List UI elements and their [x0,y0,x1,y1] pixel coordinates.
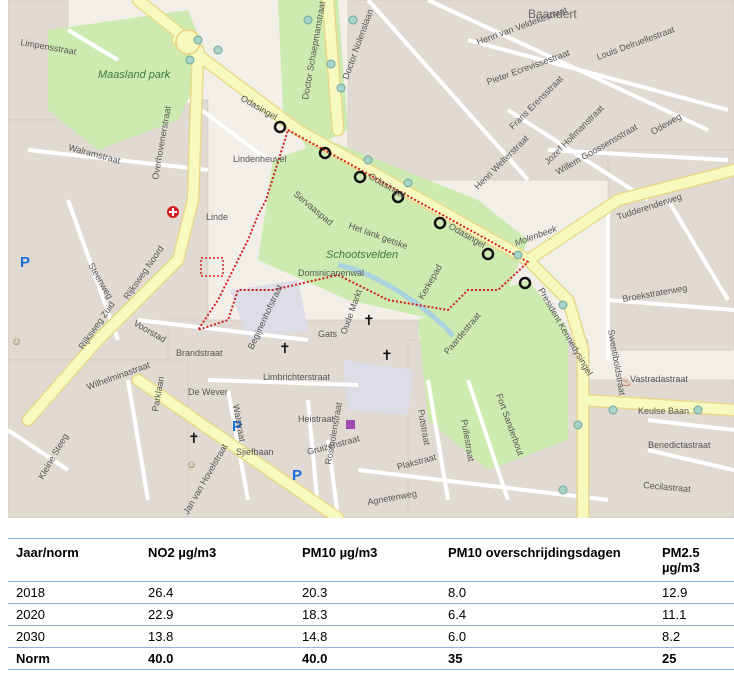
parking-icon[interactable]: P [20,254,30,271]
label-street: Limbrichterstraat [263,372,331,382]
table-cell: 8.2 [654,625,734,648]
table-header-cell: PM2.5 µg/m3 [654,538,734,582]
church-icon[interactable]: ✝ [381,347,393,363]
table-cell: 14.8 [294,625,440,648]
label-street: Brandstraat [176,348,223,358]
label-street: Lindenheuvel [233,154,287,164]
table-header-cell: Jaar/norm [8,538,140,582]
parking-icon[interactable]: P [292,467,302,484]
hospital-icon[interactable] [167,206,179,218]
table-header-cell: PM10 µg/m3 [294,538,440,582]
label-street: Sjiefbaan [236,447,274,457]
table-cell: 40.0 [140,647,294,670]
table-cell: 18.3 [294,603,440,626]
table-row-norm: Norm 40.0 40.0 35 25 [8,647,734,670]
map[interactable]: P P P ✝ ✝ ✝ ✝ ♨ ☺ ☺ Maasland park Baande… [8,0,734,518]
church-icon[interactable]: ✝ [363,312,375,328]
table-cell: 40.0 [294,647,440,670]
church-icon[interactable]: ✝ [188,430,200,446]
label-street: Linde [206,212,228,222]
table-cell: 6.0 [440,625,654,648]
table-row: 2020 22.9 18.3 6.4 11.1 [8,603,734,626]
table-header-cell: NO2 µg/m3 [140,538,294,582]
church-icon[interactable]: ✝ [279,340,291,356]
label-park: Maasland park [98,69,171,81]
table-cell: Norm [8,647,140,670]
label-street: Dominicanenwal [298,268,364,278]
table-cell: 13.8 [140,625,294,648]
theatre-icon[interactable]: ☺ [11,336,22,348]
label-park: Schootsvelden [326,249,398,261]
table-row: 2018 26.4 20.3 8.0 12.9 [8,581,734,604]
table-cell: 2018 [8,581,140,604]
table-cell: 11.1 [654,603,734,626]
table-cell: 22.9 [140,603,294,626]
label-street: Gats [318,329,338,339]
table-cell: 25 [654,647,734,670]
table-cell: 26.4 [140,581,294,604]
label-street: Heistraat [298,414,335,424]
label-street: De Wever [188,387,228,397]
table-cell: 12.9 [654,581,734,604]
table-cell: 2030 [8,625,140,648]
table-cell: 35 [440,647,654,670]
table-cell: 2020 [8,603,140,626]
air-quality-table: Jaar/norm NO2 µg/m3 PM10 µg/m3 PM10 over… [8,538,734,670]
table-header-row: Jaar/norm NO2 µg/m3 PM10 µg/m3 PM10 over… [8,538,734,582]
shop-icon[interactable] [346,420,355,429]
theatre-icon[interactable]: ☺ [186,459,197,471]
label-street: Vastradastraat [630,374,688,384]
table-cell: 8.0 [440,581,654,604]
label-street: Keulse Baan [638,406,689,416]
table-cell: 20.3 [294,581,440,604]
map-canvas: P P P ✝ ✝ ✝ ✝ ♨ ☺ ☺ Maasland park Baande… [8,0,734,518]
table-header-cell: PM10 overschrijdingsdagen [440,538,654,582]
label-street: Benedictastraat [648,440,711,450]
table-cell: 6.4 [440,603,654,626]
table-row: 2030 13.8 14.8 6.0 8.2 [8,625,734,648]
